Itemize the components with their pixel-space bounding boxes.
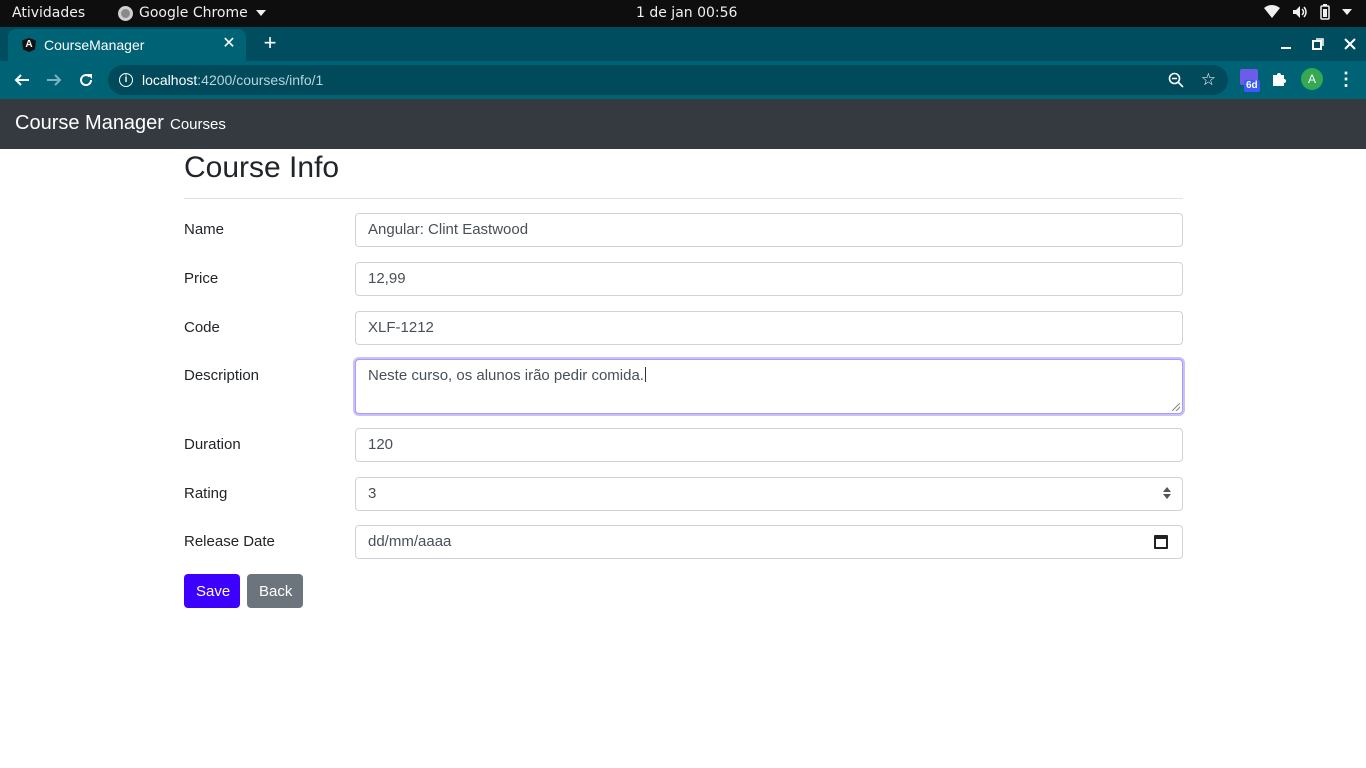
url-path: :4200/courses/info/1: [197, 72, 324, 88]
wifi-icon: [1264, 5, 1280, 18]
tab-close-icon[interactable]: ✕: [220, 35, 238, 53]
power-menu-caret-icon: [1342, 9, 1352, 15]
name-input[interactable]: Angular: Clint Eastwood: [355, 213, 1183, 247]
back-arrow-icon[interactable]: [10, 68, 34, 92]
price-label: Price: [184, 270, 219, 287]
battery-icon: [1320, 4, 1330, 20]
app-menu[interactable]: Google Chrome: [118, 5, 266, 21]
description-text: Neste curso, os alunos irão pedir comida…: [368, 367, 644, 384]
zoom-icon[interactable]: [1168, 72, 1184, 88]
extensions-puzzle-icon[interactable]: [1270, 70, 1288, 88]
close-window-icon[interactable]: [1334, 27, 1366, 61]
rating-label: Rating: [184, 485, 228, 502]
release-date-label: Release Date: [184, 533, 275, 550]
number-spinner-icon[interactable]: [1162, 487, 1172, 501]
system-tray[interactable]: [1264, 4, 1352, 20]
description-label: Description: [184, 367, 260, 384]
app-navbar: Course Manager Courses: [0, 99, 1366, 149]
save-button[interactable]: Save: [184, 574, 240, 608]
page-title: Course Info: [184, 151, 340, 184]
name-label: Name: [184, 221, 225, 238]
volume-icon: [1293, 6, 1307, 18]
caret-down-icon: [255, 10, 266, 16]
forward-arrow-icon[interactable]: [42, 68, 66, 92]
back-button[interactable]: Back: [247, 574, 303, 608]
nav-link-courses[interactable]: Courses: [170, 116, 226, 133]
calendar-picker-icon[interactable]: [1154, 535, 1168, 549]
release-date-placeholder: dd/mm/aaaa: [368, 533, 452, 550]
new-tab-button[interactable]: +: [259, 32, 281, 54]
clock[interactable]: 1 de jan 00:56: [636, 5, 737, 21]
reload-icon[interactable]: [74, 68, 98, 92]
code-input[interactable]: XLF-1212: [355, 311, 1183, 345]
tab-title: CourseManager: [44, 37, 145, 53]
site-info-icon[interactable]: i: [119, 73, 133, 87]
release-date-input[interactable]: dd/mm/aaaa: [355, 525, 1183, 559]
chrome-icon: [118, 5, 133, 21]
profile-avatar[interactable]: A: [1301, 68, 1323, 90]
minimize-icon[interactable]: [1270, 27, 1302, 61]
url-host: localhost: [142, 72, 198, 88]
title-divider: [184, 198, 1183, 199]
rating-value: 3: [368, 485, 377, 502]
restore-icon[interactable]: [1302, 27, 1334, 61]
angular-favicon-icon: A: [22, 38, 36, 52]
os-top-bar: Atividades Google Chrome 1 de jan 00:56: [0, 0, 1366, 27]
app-menu-label: Google Chrome: [139, 5, 248, 21]
description-textarea[interactable]: Neste curso, os alunos irão pedir comida…: [355, 359, 1183, 414]
rating-number-input[interactable]: 3: [355, 477, 1183, 511]
text-cursor: [644, 367, 646, 382]
bookmark-star-icon[interactable]: ☆: [1201, 70, 1216, 90]
navbar-brand[interactable]: Course Manager: [15, 112, 164, 135]
address-bar[interactable]: i localhost:4200/courses/info/1 ☆: [108, 65, 1228, 95]
browser-toolbar: i localhost:4200/courses/info/1 ☆ 6d A ⋮: [0, 61, 1366, 99]
code-label: Code: [184, 319, 220, 336]
price-input[interactable]: 12,99: [355, 262, 1183, 296]
resize-handle[interactable]: [1172, 403, 1180, 411]
browser-menu-icon[interactable]: ⋮: [1337, 69, 1355, 89]
url-text: localhost:4200/courses/info/1: [142, 72, 323, 88]
window-controls: [1270, 27, 1366, 61]
activities-button[interactable]: Atividades: [12, 5, 85, 21]
duration-input[interactable]: 120: [355, 428, 1183, 462]
tab-coursemanager[interactable]: A CourseManager ✕: [8, 29, 246, 61]
duration-label: Duration: [184, 436, 241, 453]
extension-badge: 6d: [1244, 80, 1260, 92]
tab-strip: A CourseManager ✕: [0, 27, 1366, 61]
